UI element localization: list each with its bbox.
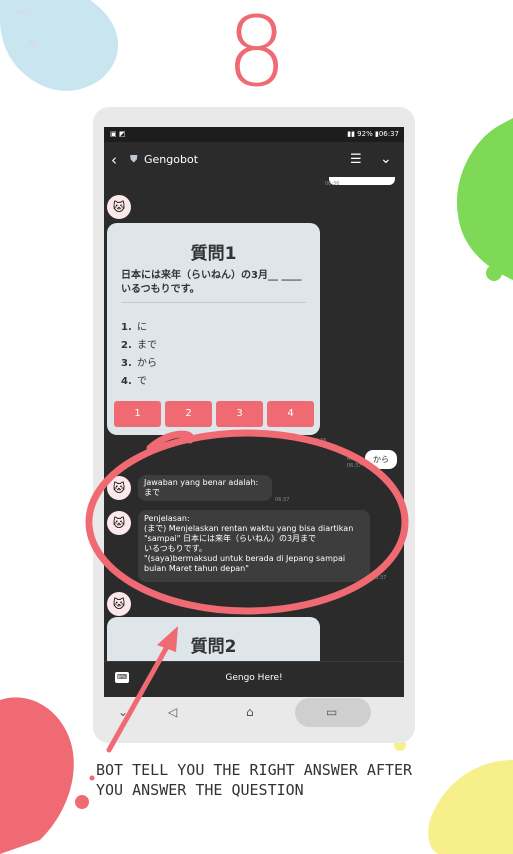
status-bar: ▣ ◩ ▮▮ 92% ▮06:37 bbox=[104, 127, 404, 142]
message-time: 06:37 bbox=[372, 575, 387, 581]
back-triangle-icon[interactable]: ◁ bbox=[168, 705, 177, 719]
caption-line: YOU ANSWER THE QUESTION bbox=[96, 781, 304, 799]
option-2: 2. まで bbox=[121, 340, 157, 351]
explanation-line: "(saya)bermaksud untuk berada di Jepang … bbox=[144, 554, 346, 563]
answer-bubble: Jawaban yang benar adalah: まで bbox=[138, 475, 272, 501]
question-title: 質問1 bbox=[190, 244, 237, 264]
message-time: 06:37 bbox=[275, 497, 290, 503]
message-time: 06:37 bbox=[347, 463, 362, 469]
user-reply-text: から bbox=[373, 455, 389, 464]
explanation-line: いるつもりです。 bbox=[144, 544, 207, 553]
answer-button-2[interactable]: 2 bbox=[165, 401, 212, 427]
explanation-line: bulan Maret tahun depan" bbox=[144, 564, 249, 573]
nav-down-icon[interactable]: ⌄ bbox=[118, 705, 128, 719]
android-nav-bar: ⌄ ◁ ⌂ ▭ bbox=[104, 697, 404, 729]
clock: 06:37 bbox=[378, 130, 399, 138]
answer-label: Jawaban yang benar adalah: bbox=[144, 478, 259, 487]
chat-title: Gengobot bbox=[144, 153, 199, 166]
menu-icon[interactable]: ☰ bbox=[350, 152, 362, 167]
option-1: 1. に bbox=[121, 322, 147, 333]
answer-button-1[interactable]: 1 bbox=[114, 401, 161, 427]
recents-icon[interactable]: ▭ bbox=[326, 705, 337, 719]
caption-line: BOT TELL YOU THE RIGHT ANSWER AFTER bbox=[96, 761, 413, 779]
caption: BOT TELL YOU THE RIGHT ANSWER AFTER YOU … bbox=[96, 760, 456, 800]
shield-icon: ⛊ bbox=[130, 154, 138, 165]
battery-level: 92% bbox=[357, 130, 373, 138]
answer-button-3[interactable]: 3 bbox=[216, 401, 263, 427]
message-input[interactable]: Gengo Here! bbox=[104, 673, 404, 683]
bot-avatar: 🐱 bbox=[107, 511, 131, 535]
option-3: 3. から bbox=[121, 358, 157, 369]
back-icon[interactable]: ‹ bbox=[111, 151, 117, 169]
next-question-title: 質問2 bbox=[190, 637, 237, 657]
explanation-line: Penjelasan: bbox=[144, 514, 190, 523]
signal-icon: ▮▮ bbox=[347, 130, 358, 138]
message-time: 06:36 bbox=[325, 181, 340, 187]
question-text: 日本には来年（らいねん）の3月__ ____いるつもりです。 bbox=[121, 270, 302, 295]
message-time: 06:36 bbox=[312, 438, 327, 444]
step-number: 8 bbox=[225, 0, 288, 108]
chevron-down-icon[interactable]: ⌄ bbox=[380, 151, 392, 167]
answer-button-4[interactable]: 4 bbox=[267, 401, 314, 427]
explanation-line: "sampai" 日本には来年（らいねん）の3月まで bbox=[144, 534, 317, 543]
answer-value: まで bbox=[144, 488, 160, 497]
divider bbox=[121, 302, 306, 303]
option-4: 4. で bbox=[121, 376, 147, 387]
status-icons: ▣ ◩ bbox=[110, 130, 126, 138]
chat-header: ‹ ⛊ Gengobot ☰ ⌄ bbox=[104, 142, 404, 180]
bot-avatar: 🐱 bbox=[107, 195, 131, 219]
bot-avatar: 🐱 bbox=[107, 476, 131, 500]
home-icon[interactable]: ⌂ bbox=[246, 705, 254, 719]
user-reply-bubble: から bbox=[365, 450, 397, 469]
explanation-bubble: Penjelasan: (まで) Menjelaskan rentan wakt… bbox=[138, 510, 370, 582]
status-right: ▮▮ 92% ▮06:37 bbox=[347, 130, 399, 138]
read-receipt: Read bbox=[347, 456, 360, 462]
phone-screen: ▣ ◩ ▮▮ 92% ▮06:37 ‹ ⛊ Gengobot ☰ ⌄ 06:36… bbox=[104, 127, 404, 697]
bot-avatar: 🐱 bbox=[107, 592, 131, 616]
message-input-bar[interactable]: ⌨ Gengo Here! bbox=[104, 661, 404, 697]
explanation-line: (まで) Menjelaskan rentan waktu yang bisa … bbox=[144, 524, 354, 533]
